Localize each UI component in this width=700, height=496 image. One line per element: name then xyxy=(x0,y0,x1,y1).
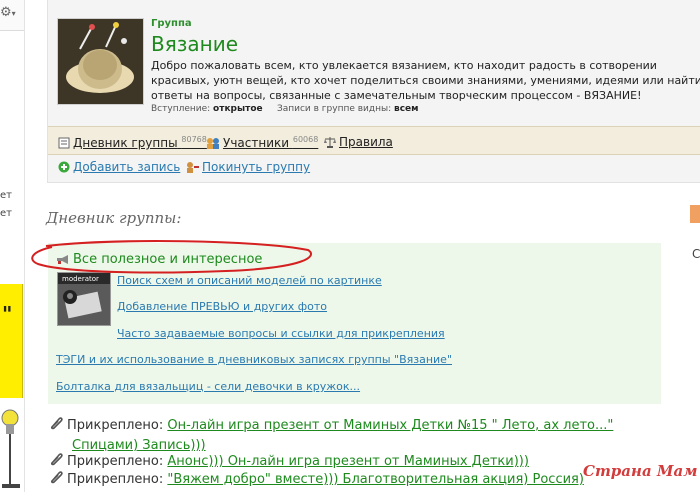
tab-members[interactable]: Участники 60068 xyxy=(206,135,318,152)
pinned-label-1: Прикреплено: xyxy=(67,418,164,433)
pinned-label-3: Прикреплено: xyxy=(67,472,164,487)
left-strip-text: ет ет xyxy=(0,187,12,223)
group-description: Добро пожаловать всем, кто увлекается вя… xyxy=(151,59,700,102)
lamp-image xyxy=(0,404,24,492)
tab-diary-count: 80768 xyxy=(181,135,207,144)
join-label: Вступление: xyxy=(151,104,211,114)
tab-diary-label: Дневник группы xyxy=(73,136,178,150)
group-tabs-bar: Дневник группы 80768 Участники 60068 Пра… xyxy=(48,126,700,155)
moderator-label: moderator xyxy=(62,275,99,283)
tab-rules-label: Правила xyxy=(339,135,393,149)
pinned-link-5[interactable]: Болталка для вязальщиц - сели девочки в … xyxy=(56,380,360,393)
moderator-image: moderator xyxy=(57,272,111,326)
tab-members-label: Участники xyxy=(223,136,290,150)
group-kicker: Группа xyxy=(151,18,192,29)
right-edge-badge[interactable] xyxy=(690,205,700,223)
gear-icon[interactable]: ⚙▾ xyxy=(0,5,16,20)
pinned-post-link-1[interactable]: Он-лайн игра презент от Маминых Детки №1… xyxy=(167,418,613,433)
pinned-link-2[interactable]: Добавление ПРЕВЬЮ и других фото xyxy=(117,300,327,313)
add-post-label: Добавить запись xyxy=(73,160,181,174)
rules-icon xyxy=(324,136,336,151)
pinned-link-4[interactable]: ТЭГИ и их использование в дневниковых за… xyxy=(56,353,452,366)
pinned-post-1: Прикреплено: Он-лайн игра презент от Мам… xyxy=(48,415,613,455)
leave-group-label: Покинуть группу xyxy=(202,160,311,174)
visibility-label: Записи в группе видны: xyxy=(276,104,392,114)
yellow-banner[interactable]: " xyxy=(0,284,23,398)
diary-section-title: Дневник группы: xyxy=(46,209,182,227)
visibility-value: всем xyxy=(394,104,419,114)
right-edge-letter: С xyxy=(692,247,700,261)
pinned-post-link-3[interactable]: "Вяжем добро" вместе))) Благотворительна… xyxy=(167,472,584,487)
paperclip-icon xyxy=(48,469,64,491)
red-annotation-oval xyxy=(31,240,312,274)
left-strip-line-2: ет xyxy=(0,208,12,219)
pinned-link-3[interactable]: Часто задаваемые вопросы и ссылки для пр… xyxy=(117,327,445,340)
group-title[interactable]: Вязание xyxy=(151,32,238,56)
tab-diary[interactable]: Дневник группы 80768 xyxy=(58,135,207,152)
tab-rules[interactable]: Правила xyxy=(324,135,393,151)
members-icon xyxy=(206,137,220,152)
group-avatar[interactable] xyxy=(57,18,144,105)
banner-quote: " xyxy=(2,302,13,326)
pinned-label-2: Прикреплено: xyxy=(67,454,164,469)
diary-icon xyxy=(58,137,70,152)
join-value: открытое xyxy=(213,104,263,114)
left-strip-line-1: ет xyxy=(0,190,12,201)
group-meta: Вступление: открытое Записи в группе вид… xyxy=(151,104,419,114)
pinned-post-link-2[interactable]: Анонс))) Он-лайн игра презент от Маминых… xyxy=(167,454,529,469)
pinned-link-1[interactable]: Поиск схем и описаний моделей по картинк… xyxy=(117,274,382,287)
leave-icon xyxy=(185,161,199,176)
tab-members-count: 60068 xyxy=(292,135,319,144)
add-post-button[interactable]: Добавить запись xyxy=(58,160,180,176)
watermark: Страна Мам xyxy=(583,462,698,480)
pinned-post-3: Прикреплено: "Вяжем добро" вместе))) Бла… xyxy=(48,469,584,491)
paperclip-icon xyxy=(48,415,64,437)
plus-icon xyxy=(58,161,70,176)
leave-group-button[interactable]: Покинуть группу xyxy=(185,160,310,176)
